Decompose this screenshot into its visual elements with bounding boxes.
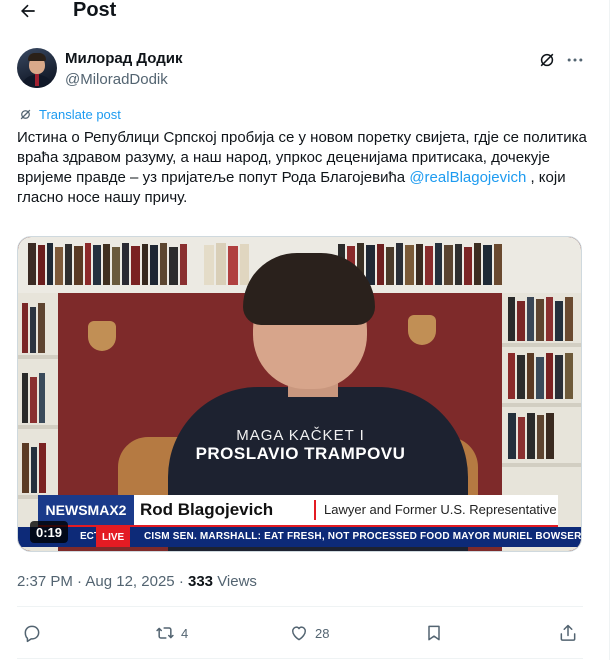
wall-lamp-right	[408, 315, 436, 345]
back-button[interactable]	[16, 0, 40, 22]
mention-link[interactable]: @realBlagojevich	[409, 169, 526, 186]
ticker-live-badge: LIVE	[96, 527, 131, 547]
share-button[interactable]	[558, 623, 578, 643]
avatar-tie	[35, 74, 39, 86]
avatar[interactable]	[17, 48, 57, 88]
bookmark-button[interactable]	[424, 623, 444, 643]
more-options-icon[interactable]	[565, 50, 585, 70]
meta-separator: ·	[77, 573, 83, 590]
lower-third: NEWSMAX2 Rod Blagojevich Lawyer and Form…	[38, 495, 558, 528]
action-bar: 4 28	[0, 620, 600, 646]
post-text: Истина о Републици Српској пробија се у …	[17, 128, 587, 208]
ticker-text: CISM SEN. MARSHALL: EAT FRESH, NOT PROCE…	[144, 531, 582, 542]
reply-icon	[24, 625, 40, 643]
video-duration: 0:19	[30, 521, 69, 543]
grok-icon[interactable]	[537, 50, 557, 70]
heart-icon	[292, 626, 306, 641]
reply-button[interactable]	[22, 623, 48, 643]
bookmark-icon	[428, 625, 440, 641]
author-name[interactable]: Милорад Додик	[65, 50, 183, 67]
divider	[17, 658, 583, 659]
lower-third-name: Rod Blagojevich	[140, 500, 274, 519]
like-count: 28	[315, 625, 330, 641]
arrow-left-icon	[21, 4, 35, 18]
video-caption-line2: PROSLAVIO TRAMPOVU	[195, 444, 406, 463]
avatar-hair	[28, 53, 46, 61]
wall-lamp-left	[88, 321, 116, 351]
translate-label: Translate post	[39, 107, 121, 122]
video-player[interactable]: MAGA KAČKET I PROSLAVIO TRAMPOVU NEWSMAX…	[17, 236, 582, 552]
author-handle[interactable]: @MiloradDodik	[65, 71, 168, 88]
news-ticker: ECT LIVE CISM SEN. MARSHALL: EAT FRESH, …	[18, 527, 582, 547]
like-button[interactable]: 28	[289, 623, 329, 643]
lower-third-title: Lawyer and Former U.S. Representative	[324, 502, 557, 517]
meta-separator: ·	[178, 573, 184, 590]
post-date[interactable]: Aug 12, 2025	[85, 573, 174, 590]
post-time[interactable]: 2:37 PM	[17, 573, 73, 590]
views-label: Views	[217, 573, 257, 590]
repost-count: 4	[181, 625, 189, 641]
translate-icon	[20, 109, 31, 120]
repost-button[interactable]: 4	[155, 623, 188, 643]
page-title: Post	[73, 0, 117, 21]
translate-post-link[interactable]: Translate post	[18, 107, 121, 122]
views-count: 333	[187, 573, 214, 590]
repost-icon	[156, 627, 174, 639]
share-icon	[560, 624, 576, 641]
lower-third-separator	[314, 500, 316, 520]
post-meta: 2:37 PM · Aug 12, 2025 · 333 Views	[17, 573, 257, 590]
top-bar: Post	[0, 0, 600, 26]
divider	[17, 606, 583, 607]
video-caption-line1: MAGA KAČKET I	[236, 427, 365, 444]
